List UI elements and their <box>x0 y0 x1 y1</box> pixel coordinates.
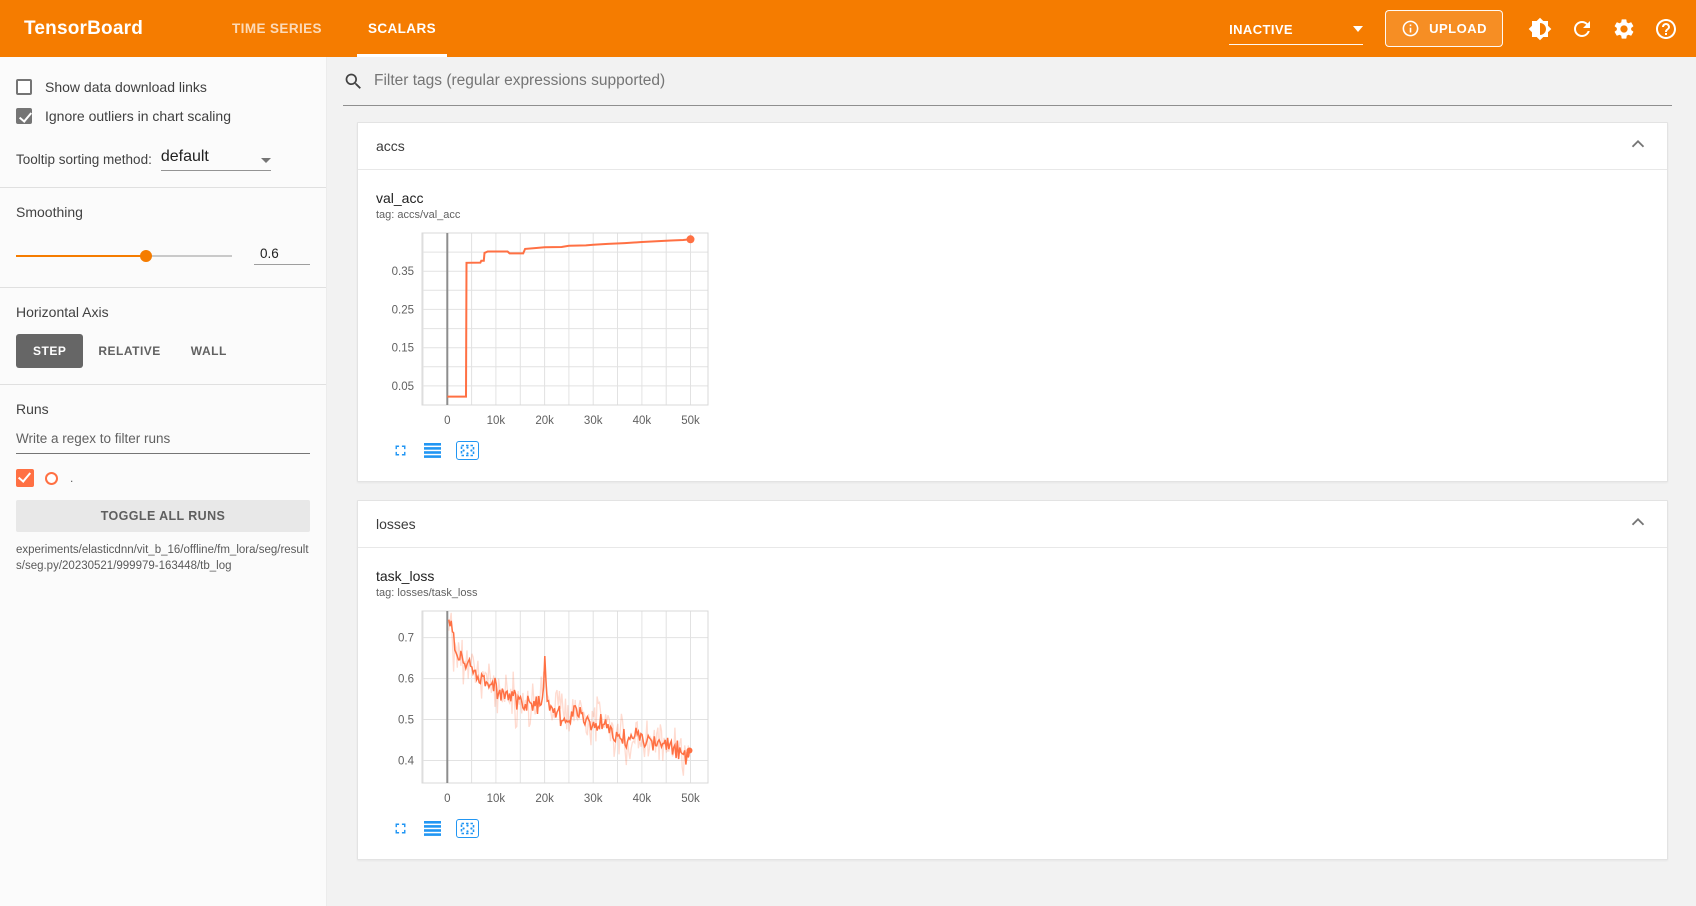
run-dot-label: . <box>70 471 73 485</box>
tooltip-sorting-select[interactable]: default <box>161 148 271 171</box>
svg-text:10k: 10k <box>487 415 506 427</box>
smoothing-label: Smoothing <box>16 204 310 220</box>
app-toolbar: TensorBoard TIME SERIES SCALARS INACTIVE… <box>0 0 1696 57</box>
svg-text:0.05: 0.05 <box>392 381 414 393</box>
section-card-accs: accs val_acc tag: accs/val_acc 0 10k 20k 30… <box>357 122 1668 482</box>
svg-text:30k: 30k <box>584 415 603 427</box>
svg-text:50k: 50k <box>681 415 700 427</box>
section-title: losses <box>376 516 416 532</box>
svg-text:0.7: 0.7 <box>398 633 414 645</box>
chart-title: val_acc <box>376 190 720 206</box>
divider <box>0 187 326 188</box>
smoothing-value-input[interactable] <box>254 246 310 265</box>
svg-text:0.5: 0.5 <box>398 715 414 727</box>
toggle-all-runs-button[interactable]: TOGGLE ALL RUNS <box>16 500 310 532</box>
log-scale-icon[interactable] <box>424 443 441 458</box>
svg-text:20k: 20k <box>535 793 554 805</box>
run-checkbox[interactable] <box>16 469 34 487</box>
svg-text:40k: 40k <box>633 793 652 805</box>
ignore-outliers-label: Ignore outliers in chart scaling <box>45 108 231 124</box>
help-icon[interactable] <box>1654 17 1678 41</box>
horizontal-axis-label: Horizontal Axis <box>16 304 310 320</box>
chart-title: task_loss <box>376 568 720 584</box>
show-download-links-label: Show data download links <box>45 79 207 95</box>
svg-text:0: 0 <box>444 415 450 427</box>
axis-wall-button[interactable]: WALL <box>176 334 242 368</box>
smoothing-slider-fill <box>16 255 146 257</box>
axis-step-button[interactable]: STEP <box>16 334 83 368</box>
fullscreen-icon[interactable] <box>392 442 409 459</box>
svg-text:0.15: 0.15 <box>392 343 414 355</box>
data-status-value: INACTIVE <box>1229 22 1293 37</box>
fit-domain-icon[interactable] <box>456 441 479 460</box>
refresh-icon[interactable] <box>1570 17 1594 41</box>
runs-regex-input[interactable] <box>16 417 310 454</box>
upload-button-label: UPLOAD <box>1429 21 1487 36</box>
tab-time-series[interactable]: TIME SERIES <box>209 0 345 57</box>
section-card-losses: losses task_loss tag: losses/task_loss 0… <box>357 500 1668 860</box>
svg-text:0.4: 0.4 <box>398 756 415 768</box>
data-status-dropdown[interactable]: INACTIVE <box>1229 13 1363 45</box>
smoothing-slider-thumb[interactable] <box>140 250 152 262</box>
settings-icon[interactable] <box>1612 17 1636 41</box>
run-row: . <box>16 469 310 487</box>
info-icon <box>1401 19 1420 38</box>
run-color-circle[interactable] <box>45 472 58 485</box>
tooltip-sorting-label: Tooltip sorting method: <box>16 152 152 171</box>
tag-filter-row <box>343 57 1672 106</box>
divider <box>0 384 326 385</box>
svg-text:0.25: 0.25 <box>392 304 414 316</box>
svg-text:0.6: 0.6 <box>398 674 414 686</box>
upload-button[interactable]: UPLOAD <box>1385 10 1503 47</box>
chart-widget-task-loss: task_loss tag: losses/task_loss 0 10k 20k 3… <box>376 568 720 841</box>
log-scale-icon[interactable] <box>424 821 441 836</box>
chevron-down-icon <box>1353 26 1363 32</box>
val-acc-chart[interactable]: 0 10k 20k 30k 40k 50k 0.05 0.15 0.25 0.35 <box>376 227 720 433</box>
main-content: accs val_acc tag: accs/val_acc 0 10k 20k 30… <box>327 57 1696 906</box>
runs-label: Runs <box>16 401 310 417</box>
svg-text:40k: 40k <box>633 415 652 427</box>
tag-filter-input[interactable] <box>372 71 1672 91</box>
svg-text:50k: 50k <box>681 793 700 805</box>
section-header-losses[interactable]: losses <box>358 501 1667 548</box>
settings-sidebar: Show data download links Ignore outliers… <box>0 57 327 906</box>
divider <box>0 287 326 288</box>
app-logo: TensorBoard <box>24 18 143 40</box>
svg-text:20k: 20k <box>535 415 554 427</box>
section-header-accs[interactable]: accs <box>358 123 1667 170</box>
fit-domain-icon[interactable] <box>456 819 479 838</box>
svg-text:30k: 30k <box>584 793 603 805</box>
chevron-down-icon <box>261 158 271 163</box>
chevron-up-icon[interactable] <box>1627 511 1649 538</box>
run-name[interactable]: experiments/elasticdnn/vit_b_16/offline/… <box>16 542 310 574</box>
ignore-outliers-row[interactable]: Ignore outliers in chart scaling <box>16 108 310 124</box>
chart-tag: tag: accs/val_acc <box>376 209 720 221</box>
axis-relative-button[interactable]: RELATIVE <box>83 334 175 368</box>
theme-toggle-icon[interactable] <box>1528 17 1552 41</box>
ignore-outliers-checkbox[interactable] <box>16 108 32 124</box>
section-title: accs <box>376 138 405 154</box>
task-loss-chart[interactable]: 0 10k 20k 30k 40k 50k 0.4 0.5 0.6 0.7 <box>376 605 720 811</box>
svg-text:10k: 10k <box>487 793 506 805</box>
svg-text:0: 0 <box>444 793 450 805</box>
top-tabs: TIME SERIES SCALARS <box>209 0 459 57</box>
tab-scalars[interactable]: SCALARS <box>345 0 459 57</box>
chevron-up-icon[interactable] <box>1627 133 1649 160</box>
tooltip-sorting-value: default <box>161 148 209 166</box>
show-download-links-checkbox[interactable] <box>16 79 32 95</box>
chart-tag: tag: losses/task_loss <box>376 587 720 599</box>
show-download-links-row[interactable]: Show data download links <box>16 79 310 95</box>
smoothing-slider[interactable] <box>16 255 232 257</box>
search-icon <box>343 71 364 92</box>
svg-text:0.35: 0.35 <box>392 266 414 278</box>
chart-widget-val-acc: val_acc tag: accs/val_acc 0 10k 20k 30k 40k 5… <box>376 190 720 463</box>
fullscreen-icon[interactable] <box>392 820 409 837</box>
